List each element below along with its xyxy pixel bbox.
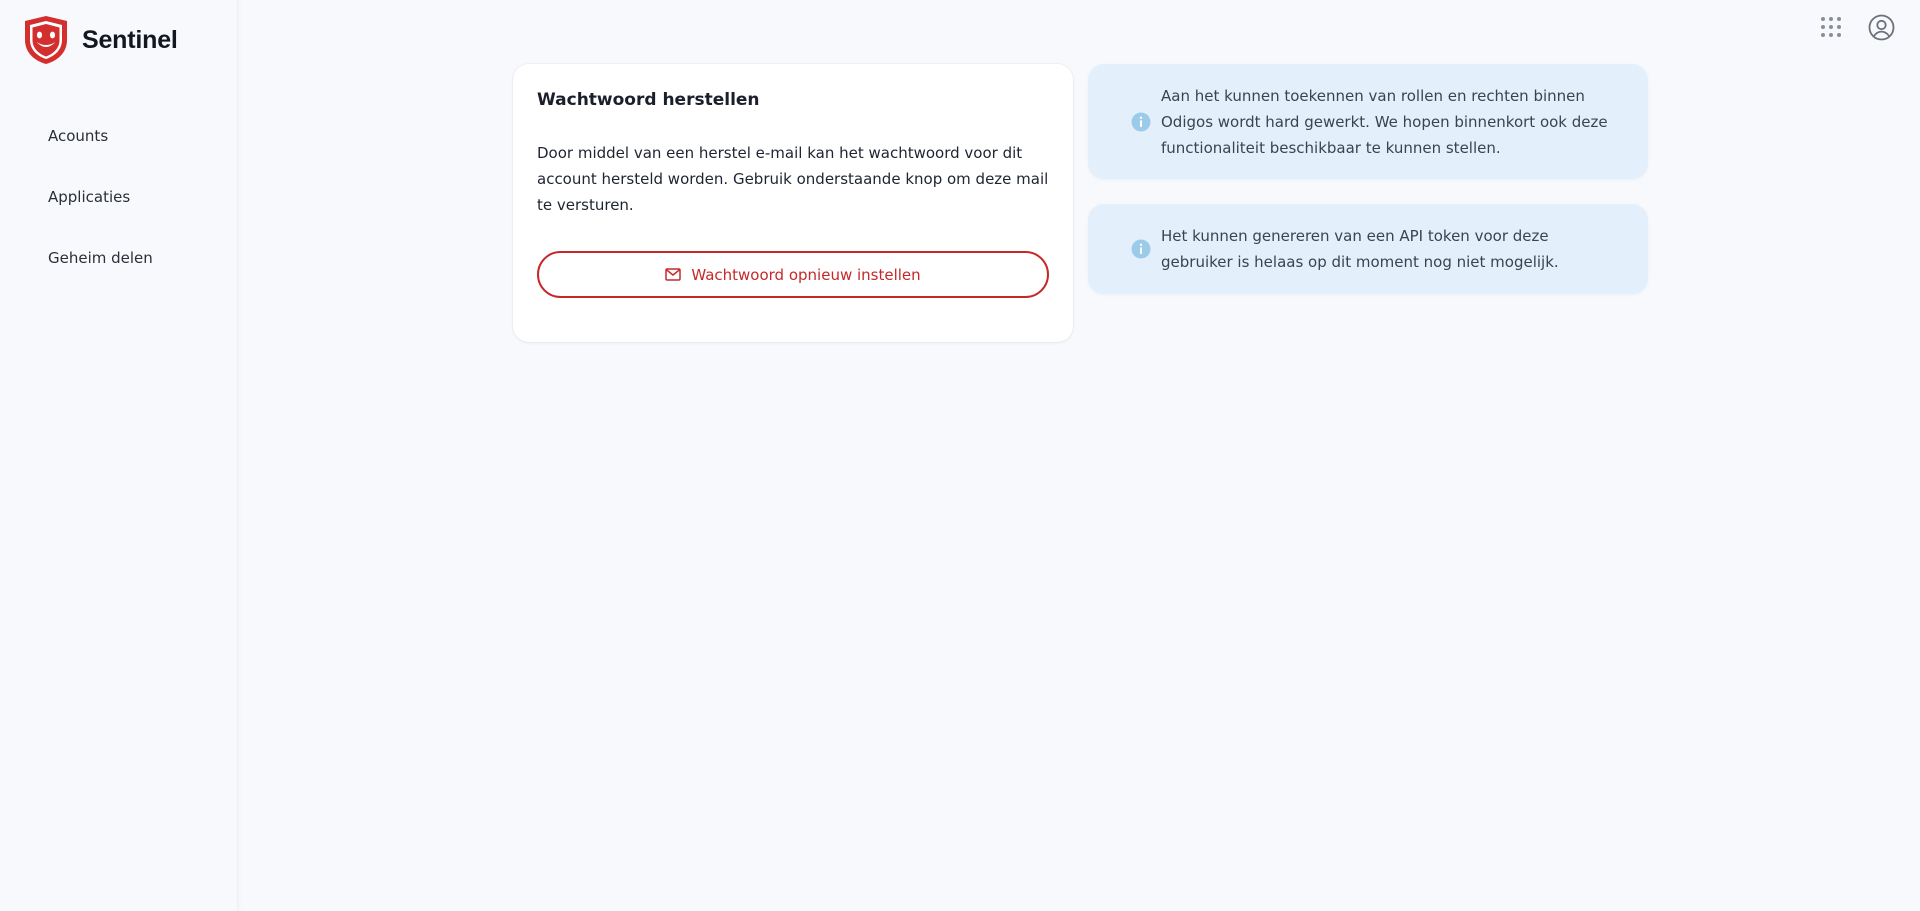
main-content: Wachtwoord herstellen Door middel van ee… <box>238 0 1920 911</box>
sidebar-item-geheim-delen[interactable]: Geheim delen <box>48 227 153 288</box>
password-reset-card: Wachtwoord herstellen Door middel van ee… <box>513 64 1073 342</box>
api-token-notice: Het kunnen genereren van een API token v… <box>1088 204 1648 294</box>
roles-notice: Aan het kunnen toekennen van rollen en r… <box>1088 64 1648 179</box>
mail-icon <box>665 268 682 281</box>
reset-password-button[interactable]: Wachtwoord opnieuw instellen <box>537 251 1049 298</box>
info-icon <box>1131 112 1151 131</box>
roles-notice-text: Aan het kunnen toekennen van rollen en r… <box>1161 86 1608 157</box>
app-shell: Sentinel Acounts Applicaties Geheim dele… <box>0 0 1920 911</box>
sidebar-nav: Acounts Applicaties Geheim delen <box>48 105 153 288</box>
reset-password-button-label: Wachtwoord opnieuw instellen <box>691 265 921 284</box>
sidebar-item-accounts[interactable]: Acounts <box>48 105 153 166</box>
brand-name: Sentinel <box>82 25 178 54</box>
api-token-notice-text: Het kunnen genereren van een API token v… <box>1161 227 1559 271</box>
sidebar-item-applicaties[interactable]: Applicaties <box>48 166 153 227</box>
card-title: Wachtwoord herstellen <box>537 90 760 110</box>
info-icon <box>1131 239 1151 259</box>
sentinel-logo-icon <box>25 16 67 64</box>
card-description: Door middel van een herstel e-mail kan h… <box>537 144 1049 214</box>
brand[interactable]: Sentinel <box>22 15 178 65</box>
sidebar: Sentinel Acounts Applicaties Geheim dele… <box>0 0 238 911</box>
